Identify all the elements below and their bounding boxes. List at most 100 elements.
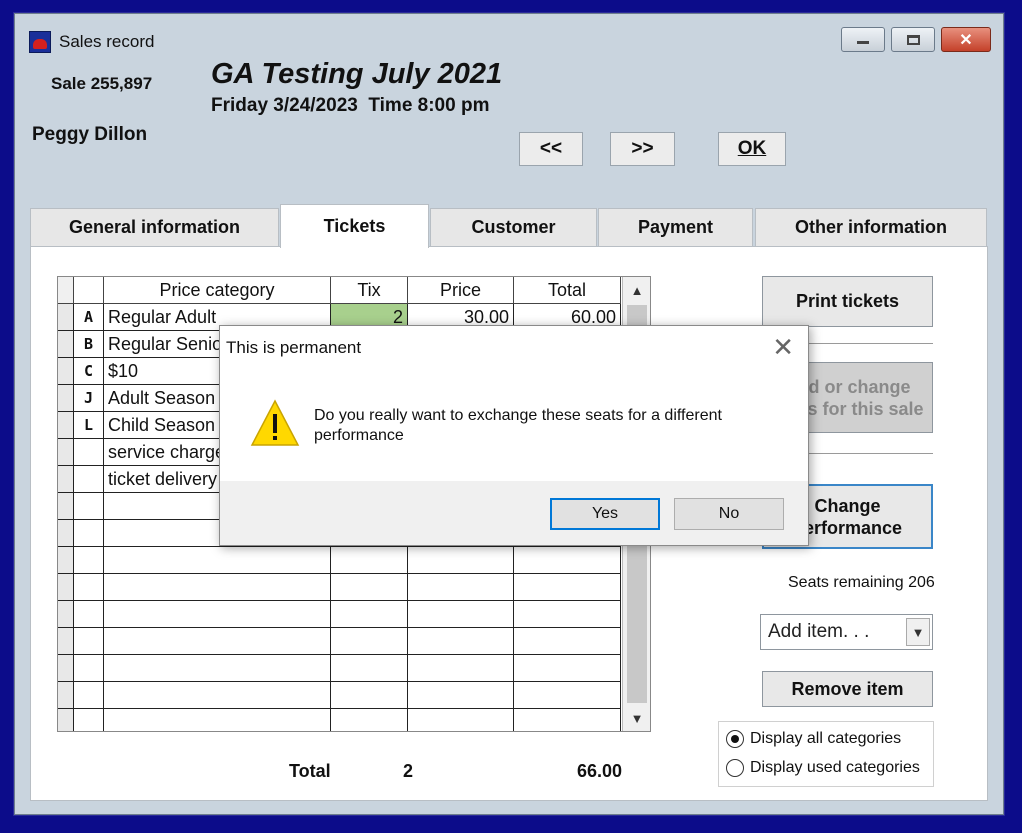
tab-tickets[interactable]: Tickets bbox=[280, 204, 429, 248]
row-indicator bbox=[58, 574, 74, 601]
category-code bbox=[74, 574, 104, 601]
minimize-icon bbox=[857, 41, 869, 44]
category-name bbox=[104, 628, 331, 655]
close-icon[interactable]: ✕ bbox=[772, 332, 794, 363]
confirm-dialog: This is permanent ✕ Do you really want t… bbox=[219, 325, 809, 546]
row-indicator bbox=[58, 655, 74, 682]
row-indicator bbox=[58, 493, 74, 520]
yes-button[interactable]: Yes bbox=[550, 498, 660, 530]
window-title: Sales record bbox=[59, 32, 155, 51]
tix-cell[interactable] bbox=[331, 628, 408, 655]
print-tickets-button[interactable]: Print tickets bbox=[762, 276, 933, 327]
tix-cell[interactable] bbox=[331, 682, 408, 709]
row-indicator bbox=[58, 412, 74, 439]
radio-checked-icon[interactable] bbox=[726, 730, 744, 748]
price-cell bbox=[408, 547, 514, 574]
tix-cell[interactable] bbox=[331, 709, 408, 731]
grid-corner bbox=[58, 277, 74, 304]
price-cell bbox=[408, 655, 514, 682]
tix-header: Tix bbox=[331, 277, 408, 304]
maximize-icon bbox=[906, 34, 920, 45]
close-button[interactable]: ✕ bbox=[941, 27, 991, 52]
maximize-button[interactable] bbox=[891, 27, 935, 52]
tix-cell[interactable] bbox=[331, 655, 408, 682]
row-indicator bbox=[58, 358, 74, 385]
previous-button[interactable]: << bbox=[519, 132, 583, 166]
radio-display-used[interactable]: Display used categories bbox=[726, 759, 920, 777]
category-code bbox=[74, 493, 104, 520]
row-indicator bbox=[58, 439, 74, 466]
totals-amount: 66.00 bbox=[577, 761, 623, 781]
price-cell bbox=[408, 682, 514, 709]
category-code bbox=[74, 439, 104, 466]
title-bar: Sales record ✕ bbox=[15, 14, 1003, 58]
row-indicator bbox=[58, 385, 74, 412]
next-button[interactable]: >> bbox=[610, 132, 675, 166]
add-item-value: Add item. . . bbox=[768, 621, 870, 642]
table-row[interactable] bbox=[58, 628, 650, 655]
table-row[interactable] bbox=[58, 601, 650, 628]
tix-cell[interactable] bbox=[331, 574, 408, 601]
app-icon bbox=[29, 31, 51, 53]
no-button[interactable]: No bbox=[674, 498, 784, 530]
table-row[interactable] bbox=[58, 574, 650, 601]
price-cell bbox=[408, 628, 514, 655]
scroll-up-icon[interactable]: ▲ bbox=[623, 277, 650, 303]
change-performance-label-line2: performance bbox=[792, 517, 903, 538]
scroll-down-icon[interactable]: ▼ bbox=[623, 705, 650, 731]
price-cell bbox=[408, 601, 514, 628]
tab-other-information[interactable]: Other information bbox=[755, 208, 987, 246]
category-code bbox=[74, 682, 104, 709]
row-indicator bbox=[58, 547, 74, 574]
table-row[interactable] bbox=[58, 682, 650, 709]
close-icon: ✕ bbox=[959, 31, 973, 49]
total-cell bbox=[514, 682, 621, 709]
radio-unchecked-icon[interactable] bbox=[726, 759, 744, 777]
category-code: A bbox=[74, 304, 104, 331]
total-header: Total bbox=[514, 277, 621, 304]
dialog-footer: Yes No bbox=[220, 481, 808, 545]
row-indicator bbox=[58, 331, 74, 358]
category-code bbox=[74, 601, 104, 628]
category-name bbox=[104, 601, 331, 628]
table-row[interactable] bbox=[58, 547, 650, 574]
category-name bbox=[104, 682, 331, 709]
radio-display-all-label: Display all categories bbox=[750, 730, 902, 747]
chevron-down-icon[interactable]: ▼ bbox=[906, 618, 930, 646]
radio-display-all[interactable]: Display all categories bbox=[726, 730, 901, 748]
total-cell bbox=[514, 628, 621, 655]
row-indicator bbox=[58, 520, 74, 547]
category-code bbox=[74, 628, 104, 655]
price-category-header: Price category bbox=[104, 277, 331, 304]
tab-general-information[interactable]: General information bbox=[30, 208, 279, 246]
table-row[interactable] bbox=[58, 655, 650, 682]
price-cell bbox=[408, 709, 514, 731]
change-performance-label-line1: Change bbox=[814, 495, 881, 516]
dialog-title: This is permanent bbox=[226, 338, 362, 357]
table-row[interactable] bbox=[58, 709, 650, 731]
tab-customer[interactable]: Customer bbox=[430, 208, 597, 246]
ok-button[interactable]: OK bbox=[718, 132, 786, 166]
remove-item-button[interactable]: Remove item bbox=[762, 671, 933, 707]
totals-tix: 2 bbox=[403, 761, 414, 781]
tab-payment[interactable]: Payment bbox=[598, 208, 753, 246]
minimize-button[interactable] bbox=[841, 27, 885, 52]
code-column-header bbox=[74, 277, 104, 304]
customer-name: Peggy Dillon bbox=[32, 124, 148, 145]
seats-remaining: Seats remaining 206 bbox=[788, 574, 935, 591]
total-cell bbox=[514, 655, 621, 682]
tix-cell[interactable] bbox=[331, 547, 408, 574]
category-code bbox=[74, 655, 104, 682]
category-code bbox=[74, 709, 104, 731]
add-item-select[interactable]: Add item. . . ▼ bbox=[760, 614, 933, 650]
grid-header: Price category Tix Price Total bbox=[58, 277, 650, 304]
category-code: C bbox=[74, 358, 104, 385]
row-indicator bbox=[58, 304, 74, 331]
radio-display-used-label: Display used categories bbox=[750, 759, 920, 776]
category-name bbox=[104, 574, 331, 601]
category-code bbox=[74, 466, 104, 493]
event-title: GA Testing July 2021 bbox=[211, 58, 503, 90]
total-cell bbox=[514, 709, 621, 731]
tix-cell[interactable] bbox=[331, 601, 408, 628]
category-display-options: Display all categories Display used cate… bbox=[718, 721, 934, 787]
